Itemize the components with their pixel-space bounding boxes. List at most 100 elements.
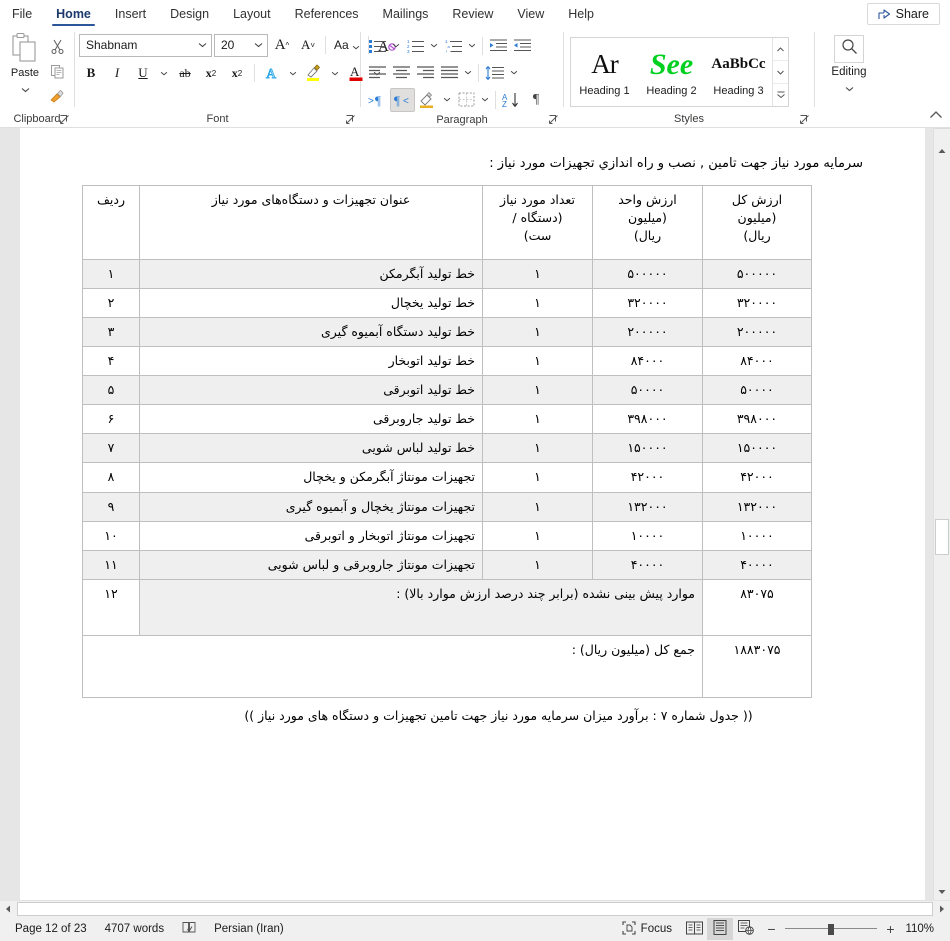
font-name-input[interactable]: Shabnam — [79, 33, 212, 57]
strikethrough-button[interactable]: ab — [173, 61, 197, 85]
zoom-out-button[interactable]: − — [765, 921, 778, 937]
page-indicator[interactable]: Page 12 of 23 — [6, 918, 96, 940]
styles-dialog-launcher[interactable] — [799, 114, 810, 125]
ltr-text-direction-button[interactable]: > ¶ — [365, 88, 390, 112]
align-right-button[interactable] — [413, 61, 437, 85]
sort-button[interactable]: AZ — [499, 88, 524, 112]
change-case-button[interactable]: Aa — [331, 33, 363, 57]
tab-home[interactable]: Home — [44, 0, 103, 28]
underline-options-chevron[interactable] — [157, 61, 171, 85]
line-spacing-button[interactable] — [482, 61, 507, 85]
horizontal-scrollbar[interactable] — [0, 900, 950, 917]
styles-scroll-down-button[interactable] — [773, 61, 788, 84]
tab-layout[interactable]: Layout — [221, 0, 283, 28]
text-effects-chevron[interactable] — [286, 61, 300, 85]
chevron-down-icon[interactable] — [252, 42, 264, 48]
font-dialog-launcher[interactable] — [345, 114, 356, 125]
vertical-scrollbar[interactable] — [933, 128, 950, 900]
shading-button[interactable] — [415, 88, 440, 112]
tab-design[interactable]: Design — [158, 0, 221, 28]
print-layout-button[interactable] — [707, 918, 733, 940]
word-count[interactable]: 4707 words — [96, 918, 173, 940]
align-left-button[interactable] — [365, 61, 389, 85]
show-formatting-marks-button[interactable]: ¶ — [524, 88, 548, 112]
document-page[interactable]: سرمايه مورد نياز جهت تامين , نصب و راه ا… — [20, 128, 925, 900]
cell-unit: ۸۴۰۰۰ — [592, 345, 703, 377]
editing-group-label — [815, 110, 883, 127]
decrease-indent-button[interactable] — [486, 34, 510, 58]
web-layout-button[interactable] — [733, 918, 759, 940]
highlight-chevron[interactable] — [328, 61, 342, 85]
numbering-chevron[interactable] — [427, 34, 441, 58]
zoom-in-button[interactable]: + — [884, 921, 897, 937]
scroll-up-button[interactable] — [934, 142, 950, 159]
editing-button[interactable] — [834, 35, 864, 63]
multilevel-chevron[interactable] — [465, 34, 479, 58]
style-heading-1[interactable]: Ar Heading 1 — [571, 38, 638, 106]
format-painter-button[interactable] — [45, 85, 69, 107]
paste-button[interactable]: Paste — [5, 32, 45, 93]
scroll-left-button[interactable] — [0, 901, 16, 917]
vertical-scroll-track[interactable] — [934, 159, 950, 883]
tab-insert[interactable]: Insert — [103, 0, 158, 28]
shading-chevron[interactable] — [440, 88, 454, 112]
borders-button[interactable] — [454, 88, 478, 112]
split-window-handle[interactable] — [934, 128, 950, 142]
scroll-down-button[interactable] — [934, 883, 950, 900]
chevron-down-icon[interactable] — [21, 80, 30, 93]
text-effects-button[interactable]: A — [260, 61, 284, 85]
superscript-button[interactable]: x2 — [225, 61, 249, 85]
collapse-ribbon-button[interactable] — [928, 107, 944, 123]
increase-indent-button[interactable] — [510, 34, 534, 58]
subscript-button[interactable]: x2 — [199, 61, 223, 85]
read-mode-button[interactable] — [681, 918, 707, 940]
tab-file[interactable]: File — [0, 0, 44, 28]
bullets-chevron[interactable] — [389, 34, 403, 58]
tab-mailings[interactable]: Mailings — [371, 0, 441, 28]
align-center-button[interactable] — [389, 61, 413, 85]
borders-chevron[interactable] — [478, 88, 492, 112]
underline-button[interactable]: U — [131, 61, 155, 85]
cut-button[interactable] — [45, 35, 69, 57]
style-heading-3[interactable]: AaBbCc Heading 3 — [705, 38, 772, 106]
justify-chevron[interactable] — [461, 61, 475, 85]
proofing-status-button[interactable] — [173, 918, 205, 940]
vertical-scroll-thumb[interactable] — [935, 519, 949, 555]
ribbon: Paste Clipboard Shabnam 20 A ^ A ˅ Aa B … — [0, 28, 950, 128]
zoom-slider-handle[interactable] — [828, 924, 834, 935]
scroll-right-button[interactable] — [934, 901, 950, 917]
share-button[interactable]: Share — [866, 3, 940, 25]
horizontal-scroll-thumb[interactable] — [17, 902, 933, 916]
multilevel-list-button[interactable]: 1ai — [441, 34, 465, 58]
tab-references[interactable]: References — [283, 0, 371, 28]
cell-unit: ۲۰۰۰۰۰ — [592, 316, 703, 347]
decrease-font-size-button[interactable]: A ˅ — [296, 33, 320, 57]
paragraph-dialog-launcher[interactable] — [548, 114, 559, 125]
focus-mode-button[interactable]: Focus — [613, 918, 681, 940]
style-heading-2[interactable]: See Heading 2 — [638, 38, 705, 106]
chevron-down-icon[interactable] — [196, 42, 208, 48]
text-highlight-color-button[interactable] — [302, 61, 326, 85]
bold-button[interactable]: B — [79, 61, 103, 85]
horizontal-scroll-track[interactable] — [16, 901, 934, 917]
justify-button[interactable] — [437, 61, 461, 85]
zoom-level-button[interactable]: 110% — [904, 923, 938, 935]
zoom-slider[interactable] — [785, 921, 877, 937]
styles-scroll-up-button[interactable] — [773, 38, 788, 61]
language-indicator[interactable]: Persian (Iran) — [205, 918, 293, 940]
document-scroll-pane[interactable]: سرمايه مورد نياز جهت تامين , نصب و راه ا… — [0, 128, 933, 900]
tab-review[interactable]: Review — [440, 0, 505, 28]
tab-help[interactable]: Help — [556, 0, 606, 28]
bullets-button[interactable] — [365, 34, 389, 58]
chevron-down-icon[interactable] — [845, 79, 854, 92]
numbering-button[interactable]: 123 — [403, 34, 427, 58]
clipboard-dialog-launcher[interactable] — [59, 114, 70, 125]
copy-button[interactable] — [45, 60, 69, 82]
italic-button[interactable]: I — [105, 61, 129, 85]
styles-more-button[interactable] — [773, 84, 788, 106]
line-spacing-chevron[interactable] — [507, 61, 521, 85]
rtl-text-direction-button[interactable]: ¶ < — [390, 87, 415, 112]
tab-view[interactable]: View — [505, 0, 556, 28]
increase-font-size-button[interactable]: A ^ — [270, 33, 294, 57]
font-size-input[interactable]: 20 — [214, 33, 268, 57]
